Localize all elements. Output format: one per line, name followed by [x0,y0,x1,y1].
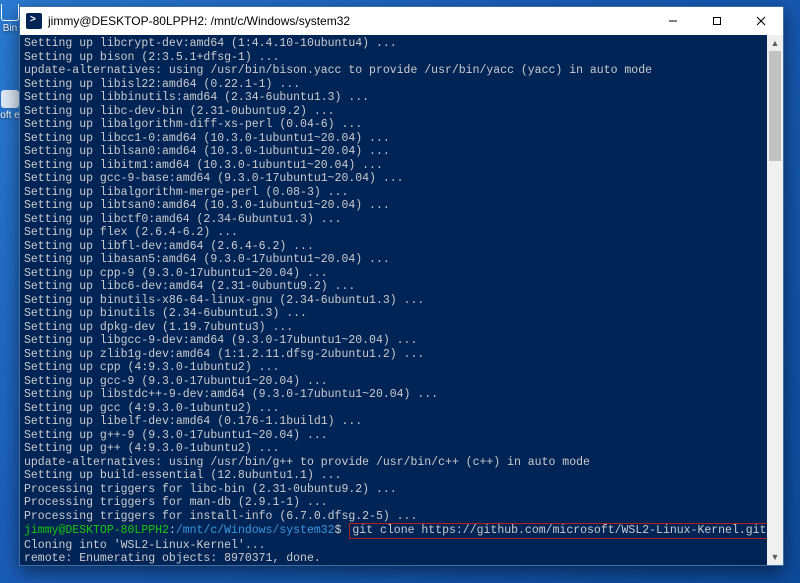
terminal-line: Setting up cpp (4:9.3.0-1ubuntu2) ... [24,361,763,375]
terminal-line: Setting up libtsan0:amd64 (10.3.0-1ubunt… [24,199,763,213]
desktop-recycle-bin[interactable]: Bin [0,4,20,34]
terminal-line: Setting up zlib1g-dev:amd64 (1:1.2.11.df… [24,348,763,362]
terminal-line: Setting up libc-dev-bin (2.31-0ubuntu9.2… [24,105,763,119]
prompt-path: /mnt/c/Windows/system32 [176,524,335,537]
scroll-up-button[interactable]: ▲ [767,35,783,51]
command-highlight: git clone https://github.com/microsoft/W… [349,523,767,539]
powershell-icon [26,13,42,29]
terminal-line: Processing triggers for libc-bin (2.31-0… [24,483,763,497]
terminal-line: Setting up libasan5:amd64 (9.3.0-17ubunt… [24,253,763,267]
terminal-line: Setting up g++ (4:9.3.0-1ubuntu2) ... [24,442,763,456]
scroll-down-button[interactable]: ▼ [767,549,783,565]
terminal-line: Setting up cpp-9 (9.3.0-17ubuntu1~20.04)… [24,267,763,281]
terminal-line: Setting up flex (2.6.4-6.2) ... [24,226,763,240]
prompt-symbol: $ [335,524,349,537]
terminal-line: Setting up libbinutils:amd64 (2.34-6ubun… [24,91,763,105]
terminal-line: Processing triggers for install-info (6.… [24,510,763,524]
terminal-line: update-alternatives: using /usr/bin/biso… [24,64,763,78]
terminal-line: Setting up libitm1:amd64 (10.3.0-1ubuntu… [24,159,763,173]
terminal-line: Setting up liblsan0:amd64 (10.3.0-1ubunt… [24,145,763,159]
terminal-line: Setting up libcrypt-dev:amd64 (1:4.4.10-… [24,37,763,51]
terminal-line: Setting up dpkg-dev (1.19.7ubuntu3) ... [24,321,763,335]
desktop-shortcut[interactable]: oft e [0,90,20,121]
terminal-line: Setting up libstdc++-9-dev:amd64 (9.3.0-… [24,388,763,402]
terminal-line: Setting up libctf0:amd64 (2.34-6ubuntu1.… [24,213,763,227]
terminal-line: Setting up bison (2:3.5.1+dfsg-1) ... [24,51,763,65]
terminal-line: Setting up libalgorithm-diff-xs-perl (0.… [24,118,763,132]
terminal-line: Setting up gcc-9-base:amd64 (9.3.0-17ubu… [24,172,763,186]
window-title: jimmy@DESKTOP-80LPPH2: /mnt/c/Windows/sy… [48,14,651,28]
desktop-shortcut-label: oft e [0,110,19,121]
terminal-line: Setting up build-essential (12.8ubuntu1.… [24,469,763,483]
terminal-line: Setting up gcc-9 (9.3.0-17ubuntu1~20.04)… [24,375,763,389]
scrollbar[interactable]: ▲ ▼ [767,35,783,565]
terminal-line: Setting up binutils-x86-64-linux-gnu (2.… [24,294,763,308]
scroll-thumb[interactable] [769,51,781,161]
close-button[interactable] [739,7,783,35]
terminal-line: Processing triggers for man-db (2.9.1-1)… [24,496,763,510]
terminal-line: Setting up binutils (2.34-6ubuntu1.3) ..… [24,307,763,321]
recycle-label: Bin [3,23,17,34]
terminal-output[interactable]: Setting up libcrypt-dev:amd64 (1:4.4.10-… [20,35,767,565]
terminal-prompt-line: jimmy@DESKTOP-80LPPH2:/mnt/c/Windows/sys… [24,523,763,539]
terminal-line: Setting up libcc1-0:amd64 (10.3.0-1ubunt… [24,132,763,146]
prompt-user: jimmy@DESKTOP-80LPPH2 [24,524,169,537]
window-controls [651,7,783,35]
terminal-line: update-alternatives: using /usr/bin/g++ … [24,456,763,470]
titlebar[interactable]: jimmy@DESKTOP-80LPPH2: /mnt/c/Windows/sy… [20,7,783,35]
terminal-line: Setting up libfl-dev:amd64 (2.6.4-6.2) .… [24,240,763,254]
terminal-line: Setting up libelf-dev:amd64 (0.176-1.1bu… [24,415,763,429]
terminal-line: remote: Enumerating objects: 8970371, do… [24,552,763,565]
terminal-window: jimmy@DESKTOP-80LPPH2: /mnt/c/Windows/sy… [19,6,784,566]
terminal-line: Setting up libisl22:amd64 (0.22.1-1) ... [24,78,763,92]
terminal-line: Setting up gcc (4:9.3.0-1ubuntu2) ... [24,402,763,416]
terminal-line: Setting up libc6-dev:amd64 (2.31-0ubuntu… [24,280,763,294]
terminal-line: Cloning into 'WSL2-Linux-Kernel'... [24,539,763,553]
terminal-line: Setting up g++-9 (9.3.0-17ubuntu1~20.04)… [24,429,763,443]
terminal-line: Setting up libalgorithm-merge-perl (0.08… [24,186,763,200]
terminal-line: Setting up libgcc-9-dev:amd64 (9.3.0-17u… [24,334,763,348]
maximize-button[interactable] [695,7,739,35]
minimize-button[interactable] [651,7,695,35]
